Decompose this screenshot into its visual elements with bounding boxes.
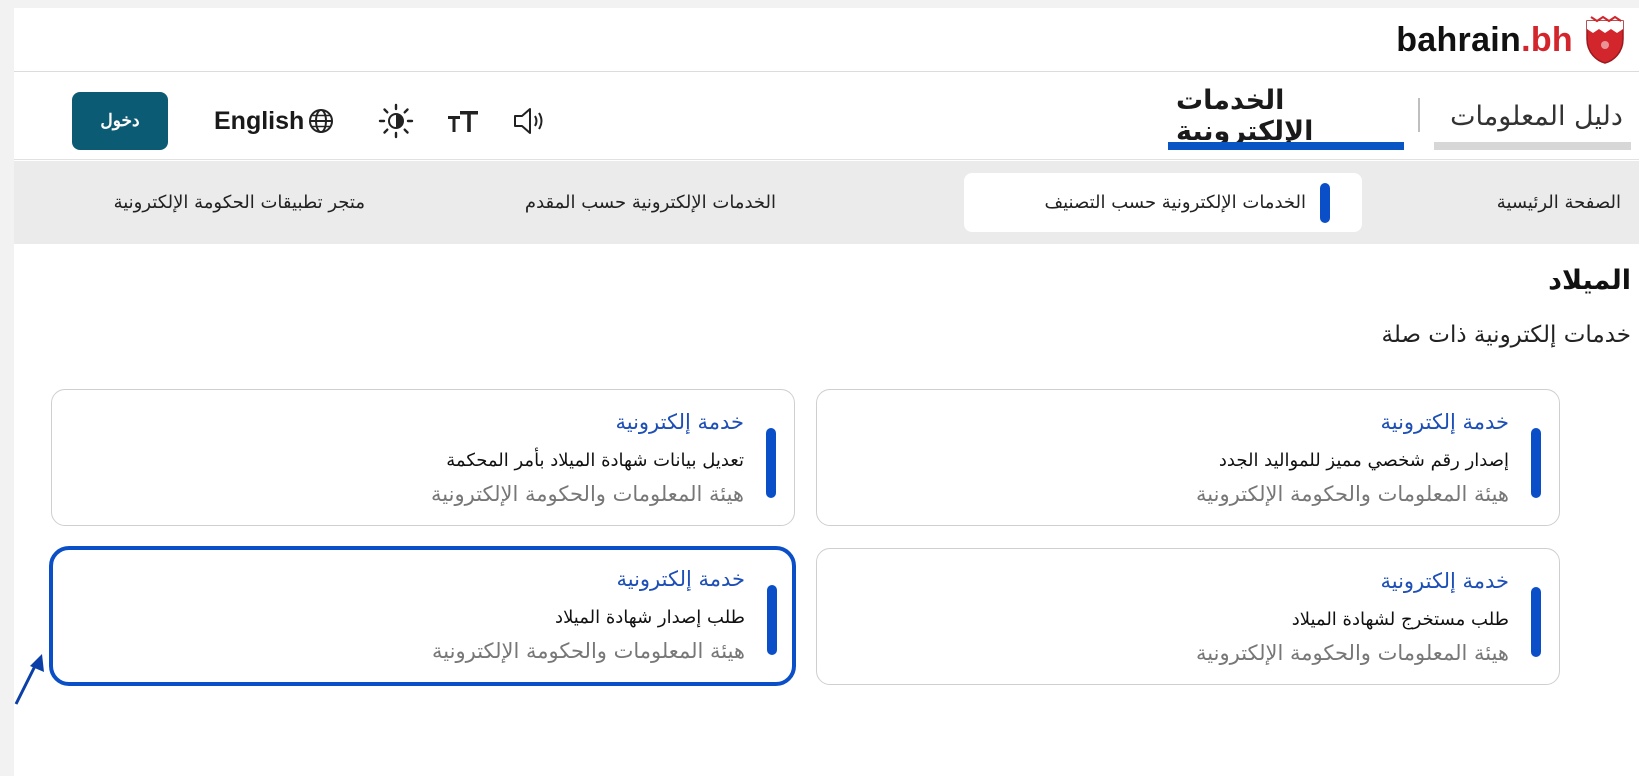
service-type: خدمة إلكترونية [615, 410, 744, 434]
speaker-icon [514, 108, 543, 134]
nav-separator [1418, 98, 1420, 132]
annotation-arrow-icon [14, 654, 44, 705]
crest-icon [1586, 15, 1624, 64]
subnav-by-category[interactable]: الخدمات الإلكترونية حسب التصنيف [964, 173, 1362, 232]
service-title: تعديل بيانات شهادة الميلاد بأمر المحكمة [446, 450, 744, 471]
subnav-app-store[interactable]: متجر تطبيقات الحكومة الإلكترونية [114, 161, 365, 244]
language-switch[interactable]: English [214, 107, 334, 136]
site-logo[interactable]: bahrain.bh [1396, 14, 1627, 66]
language-label: English [214, 106, 305, 135]
login-button[interactable]: دخول [72, 92, 168, 150]
service-card[interactable]: خدمة إلكترونية إصدار رقم شخصي مميز للموا… [816, 389, 1560, 526]
top-bar: bahrain.bh [14, 8, 1639, 72]
service-title: طلب مستخرج لشهادة الميلاد [1291, 609, 1509, 630]
subnav-home[interactable]: الصفحة الرئيسية [1497, 161, 1621, 244]
page-title: الميلاد [1548, 265, 1631, 296]
service-entity: هيئة المعلومات والحكومة الإلكترونية [1196, 482, 1509, 506]
brightness-icon [379, 103, 414, 139]
logo-text: bahrain.bh [1396, 20, 1573, 59]
service-card-highlighted[interactable]: خدمة إلكترونية طلب إصدار شهادة الميلاد ه… [49, 546, 796, 686]
browser-viewport: bahrain.bh دليل المعلومات الخدمات الإلكت… [14, 8, 1639, 776]
main-nav: دليل المعلومات الخدمات الإلكترونية دخول … [14, 72, 1639, 160]
service-type: خدمة إلكترونية [1380, 410, 1509, 434]
card-accent-bar [766, 428, 776, 498]
tab-e-services[interactable]: الخدمات الإلكترونية [1168, 72, 1404, 160]
subnav-by-provider[interactable]: الخدمات الإلكترونية حسب المقدم [525, 161, 776, 244]
text-size-toggle[interactable] [446, 106, 480, 136]
card-accent-bar [767, 585, 777, 655]
screen-reader-toggle[interactable] [512, 105, 546, 137]
header-tools: دخول English [72, 92, 546, 150]
card-accent-bar [1531, 428, 1541, 498]
active-indicator [1320, 182, 1330, 223]
sub-nav: الصفحة الرئيسية الخدمات الإلكترونية حسب … [14, 161, 1639, 244]
subnav-by-category-label: الخدمات الإلكترونية حسب التصنيف [1044, 192, 1306, 213]
service-entity: هيئة المعلومات والحكومة الإلكترونية [1196, 641, 1509, 665]
service-title: طلب إصدار شهادة الميلاد [555, 607, 745, 628]
service-type: خدمة إلكترونية [616, 567, 745, 591]
text-size-icon [448, 111, 479, 132]
service-entity: هيئة المعلومات والحكومة الإلكترونية [431, 482, 744, 506]
service-card[interactable]: خدمة إلكترونية طلب مستخرج لشهادة الميلاد… [816, 548, 1560, 685]
section-subtitle: خدمات إلكترونية ذات صلة [1381, 322, 1631, 348]
service-type: خدمة إلكترونية [1380, 569, 1509, 593]
service-card[interactable]: خدمة إلكترونية تعديل بيانات شهادة الميلا… [51, 389, 795, 526]
service-title: إصدار رقم شخصي مميز للمواليد الجدد [1218, 450, 1509, 471]
brightness-toggle[interactable] [378, 103, 414, 139]
tab-information-guide[interactable]: دليل المعلومات [1434, 72, 1639, 160]
card-accent-bar [1531, 587, 1541, 657]
service-entity: هيئة المعلومات والحكومة الإلكترونية [432, 639, 745, 663]
globe-icon [309, 109, 334, 133]
nav-tabs: دليل المعلومات الخدمات الإلكترونية [1168, 72, 1639, 160]
